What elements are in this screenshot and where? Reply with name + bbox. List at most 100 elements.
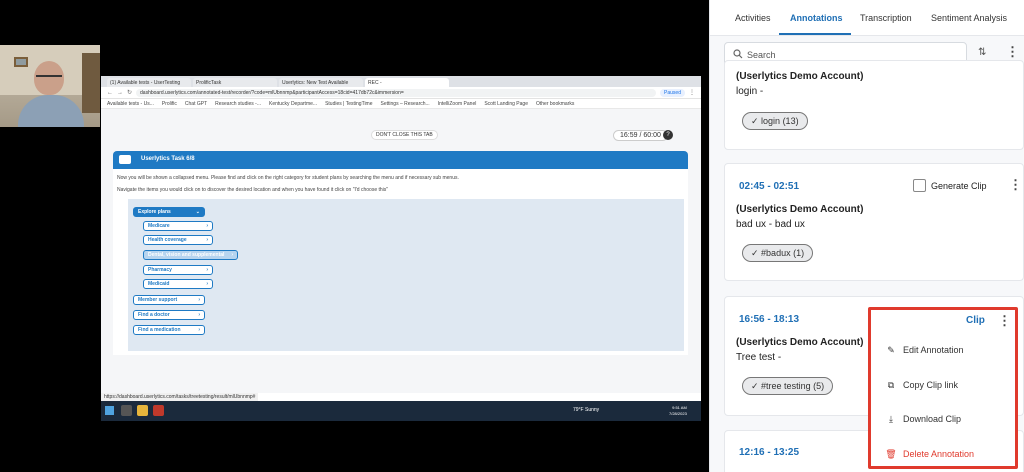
annotation-time[interactable]: 12:16 - 13:25 bbox=[739, 447, 799, 458]
tree-node[interactable]: Member support › bbox=[133, 295, 205, 305]
panel-tabs: Activities Annotations Transcription Sen… bbox=[710, 0, 1024, 36]
menu-item-delete-annotation[interactable]: 🗑 Delete Annotation bbox=[885, 449, 974, 460]
reload-icon[interactable]: ↻ bbox=[127, 89, 132, 96]
bookmark[interactable]: Available tests - Us... bbox=[107, 101, 154, 107]
tab-annotations[interactable]: Annotations bbox=[790, 13, 843, 23]
task-title: Userlytics Task 6/8 bbox=[141, 156, 195, 162]
help-icon[interactable]: ? bbox=[663, 130, 673, 140]
annotation-account: (Userlytics Demo Account) bbox=[736, 204, 864, 215]
more-options-icon[interactable]: ⋮ bbox=[1006, 44, 1019, 60]
tab-activities[interactable]: Activities bbox=[735, 13, 771, 23]
menu-item-label: Copy Clip link bbox=[903, 380, 959, 390]
browser-tab[interactable]: (1) Available tests - UserTesting bbox=[107, 78, 191, 87]
copy-icon: ⧉ bbox=[887, 380, 895, 390]
bookmark[interactable]: Settings – Research... bbox=[381, 101, 430, 107]
clock-date: 7/28/2023 bbox=[669, 411, 687, 416]
tab-sentiment-analysis[interactable]: Sentiment Analysis bbox=[931, 13, 1007, 23]
task-instruction: Navigate the items you would click on to… bbox=[117, 187, 389, 193]
chevron-right-icon: › bbox=[206, 237, 208, 243]
chevron-right-icon: › bbox=[231, 252, 233, 258]
task-timer: 16:59 / 60:00 bbox=[613, 130, 668, 141]
bookmarks-bar: Available tests - Us... Prolific Chat GP… bbox=[101, 99, 701, 109]
browser-tab[interactable]: ProlificTask bbox=[193, 78, 277, 87]
chevron-right-icon: › bbox=[198, 312, 200, 318]
tree-node[interactable]: Medicaid › bbox=[143, 279, 213, 289]
bookmark[interactable]: Chat GPT bbox=[185, 101, 207, 107]
annotation-card: 02:45 - 02:51 Generate Clip ⋮ (Userlytic… bbox=[724, 163, 1024, 281]
more-options-icon[interactable]: ⋮ bbox=[998, 313, 1011, 329]
clip-link[interactable]: Clip bbox=[966, 315, 985, 326]
bookmark[interactable]: IntelliZoom Panel bbox=[438, 101, 477, 107]
annotation-time[interactable]: 02:45 - 02:51 bbox=[739, 181, 799, 192]
url-field[interactable]: dashboard.userlytics.com/annotated-test/… bbox=[136, 88, 657, 97]
menu-icon[interactable]: ⋮ bbox=[689, 89, 695, 96]
bookmark[interactable]: Other bookmarks bbox=[536, 101, 574, 107]
bookmark[interactable]: Studies | TestingTime bbox=[325, 101, 372, 107]
windows-taskbar: 79°F Sunny 9:51 AM 7/28/2023 bbox=[101, 401, 701, 421]
forward-icon[interactable]: → bbox=[117, 90, 123, 96]
chevron-down-icon: ⌄ bbox=[195, 209, 200, 215]
task-icon bbox=[119, 155, 131, 164]
annotation-account: (Userlytics Demo Account) bbox=[736, 71, 864, 82]
taskbar-clock[interactable]: 9:51 AM 7/28/2023 bbox=[669, 405, 687, 417]
back-icon[interactable]: ← bbox=[107, 90, 113, 96]
menu-item-edit-annotation[interactable]: ✎ Edit Annotation bbox=[885, 345, 964, 356]
menu-item-label: Edit Annotation bbox=[903, 345, 964, 355]
browser-tab[interactable]: Userlytics: New Test Available bbox=[279, 78, 363, 87]
annotation-tag[interactable]: ✓ #badux (1) bbox=[742, 244, 814, 262]
bookmark[interactable]: Research studies -... bbox=[215, 101, 261, 107]
tag-label: #badux (1) bbox=[761, 248, 805, 258]
weather-widget[interactable]: 79°F Sunny bbox=[573, 407, 599, 413]
annotation-time[interactable]: 16:56 - 18:13 bbox=[739, 314, 799, 325]
browser-tab-active[interactable]: REC - bbox=[365, 78, 449, 87]
annotation-account: (Userlytics Demo Account) bbox=[736, 337, 864, 348]
participant-body bbox=[18, 95, 84, 127]
more-options-icon[interactable]: ⋮ bbox=[1009, 177, 1022, 193]
dont-close-badge: DON'T CLOSE THIS TAB bbox=[371, 130, 438, 140]
annotation-card: (Userlytics Demo Account) login - ✓ logi… bbox=[724, 60, 1024, 150]
chevron-right-icon: › bbox=[198, 327, 200, 333]
menu-item-copy-clip-link[interactable]: ⧉ Copy Clip link bbox=[885, 380, 958, 391]
menu-item-download-clip[interactable]: ⤓ Download Clip bbox=[885, 414, 961, 425]
search-icon[interactable] bbox=[121, 405, 132, 416]
annotation-context-menu: Clip ⋮ ✎ Edit Annotation ⧉ Copy Clip link … bbox=[868, 307, 1018, 469]
annotation-tag[interactable]: ✓ #tree testing (5) bbox=[742, 377, 834, 395]
status-bar-url: https://dashboard.userlytics.com/tasks/t… bbox=[101, 393, 259, 401]
tag-label: #tree testing (5) bbox=[761, 381, 825, 391]
annotation-note: Tree test - bbox=[736, 352, 782, 363]
tree-node-label: Medicare bbox=[148, 223, 170, 229]
tree-node[interactable]: Medicare › bbox=[143, 221, 213, 231]
bookmark[interactable]: Scott Landing Page bbox=[484, 101, 528, 107]
wall-picture bbox=[14, 57, 28, 67]
bookmark[interactable]: Prolific bbox=[162, 101, 177, 107]
tree-node-label: Member support bbox=[138, 297, 178, 303]
tree-node-hovered[interactable]: Dental, vision and supplemental › bbox=[143, 250, 238, 260]
paused-badge[interactable]: Paused bbox=[660, 88, 685, 97]
tree-node[interactable]: Find a medication › bbox=[133, 325, 205, 335]
sort-icon[interactable]: ⇅ bbox=[978, 47, 986, 58]
chevron-right-icon: › bbox=[206, 267, 208, 273]
tree-node-label: Explore plans bbox=[138, 209, 171, 215]
bookmark[interactable]: Kentucky Departme... bbox=[269, 101, 317, 107]
menu-item-label: Delete Annotation bbox=[903, 449, 975, 459]
annotation-tag[interactable]: ✓ login (13) bbox=[742, 112, 808, 130]
tree-node[interactable]: Pharmacy › bbox=[143, 265, 213, 275]
tree-node-label: Find a doctor bbox=[138, 312, 170, 318]
shared-screen: (1) Available tests - UserTesting Prolif… bbox=[101, 76, 701, 421]
generate-clip-checkbox[interactable] bbox=[913, 179, 926, 192]
chevron-right-icon: › bbox=[198, 297, 200, 303]
tree-node-root[interactable]: Explore plans ⌄ bbox=[133, 207, 205, 217]
tab-transcription[interactable]: Transcription bbox=[860, 13, 912, 23]
tag-label: login (13) bbox=[761, 116, 799, 126]
trash-icon: 🗑 bbox=[885, 449, 897, 459]
windows-start-icon[interactable] bbox=[105, 406, 114, 415]
task-header: Userlytics Task 6/8 bbox=[113, 151, 688, 169]
generate-clip-label[interactable]: Generate Clip bbox=[931, 181, 987, 191]
tree-node[interactable]: Find a doctor › bbox=[133, 310, 205, 320]
tree-node-label: Pharmacy bbox=[148, 267, 172, 273]
menu-item-label: Download Clip bbox=[903, 414, 962, 424]
tree-node-label: Medicaid bbox=[148, 281, 170, 287]
file-explorer-icon[interactable] bbox=[137, 405, 148, 416]
tree-node[interactable]: Health coverage › bbox=[143, 235, 213, 245]
chrome-icon[interactable] bbox=[153, 405, 164, 416]
